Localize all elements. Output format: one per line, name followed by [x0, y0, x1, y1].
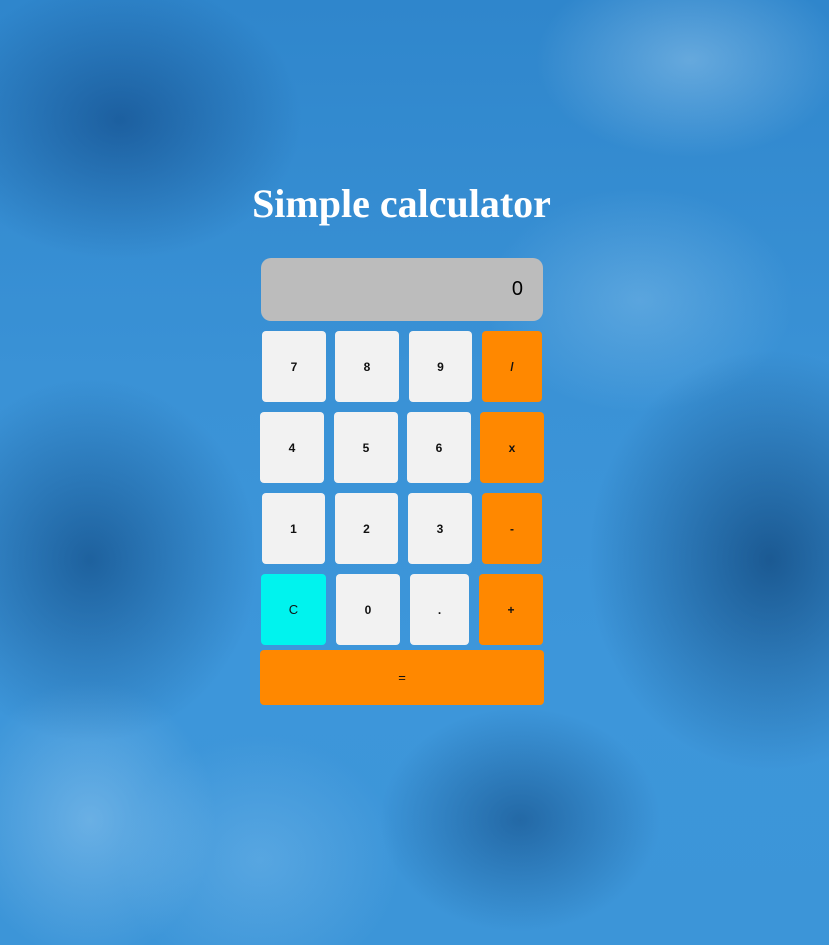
clear-button[interactable]: C [261, 574, 326, 645]
subtract-button[interactable]: - [482, 493, 542, 564]
key-4-button[interactable]: 4 [260, 412, 324, 483]
divide-button[interactable]: / [482, 331, 542, 402]
key-0-button[interactable]: 0 [336, 574, 400, 645]
key-3-button[interactable]: 3 [408, 493, 472, 564]
key-8-button[interactable]: 8 [335, 331, 399, 402]
add-button[interactable]: + [479, 574, 543, 645]
key-1-button[interactable]: 1 [262, 493, 325, 564]
key-9-button[interactable]: 9 [409, 331, 472, 402]
key-7-button[interactable]: 7 [262, 331, 326, 402]
key-6-button[interactable]: 6 [407, 412, 471, 483]
key-5-button[interactable]: 5 [334, 412, 398, 483]
equals-button[interactable]: = [260, 650, 544, 705]
calculator-display: 0 [261, 258, 543, 321]
page-title: Simple calculator [252, 181, 551, 226]
multiply-button[interactable]: x [480, 412, 544, 483]
decimal-button[interactable]: . [410, 574, 469, 645]
key-2-button[interactable]: 2 [335, 493, 398, 564]
